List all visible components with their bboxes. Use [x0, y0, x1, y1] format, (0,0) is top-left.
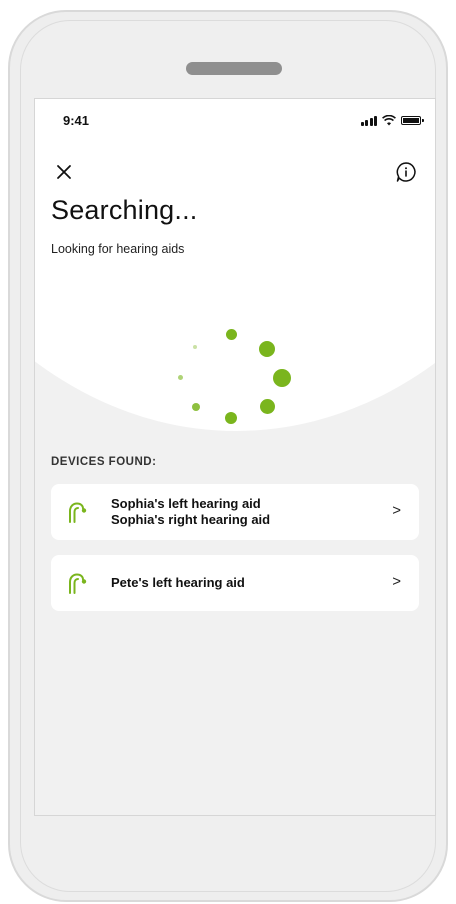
hearing-aid-icon — [69, 573, 87, 594]
device-name: Sophia's right hearing aid — [111, 512, 271, 527]
phone-speaker — [186, 62, 282, 75]
device-name: Pete's left hearing aid — [111, 575, 245, 590]
device-name: Sophia's left hearing aid — [111, 496, 261, 511]
spinner-dot — [226, 329, 237, 340]
spinner-dot — [273, 369, 291, 387]
chevron-right-icon: > — [392, 502, 401, 519]
spinner-dot — [192, 403, 200, 411]
hearing-aid-icon — [69, 502, 87, 523]
device-card-pete[interactable]: Pete's left hearing aid > — [51, 555, 419, 611]
spinner-dot — [178, 375, 183, 380]
device-names: Sophia's left hearing aid Sophia's right… — [111, 496, 270, 528]
chevron-right-icon: > — [392, 573, 401, 590]
device-names: Pete's left hearing aid — [111, 575, 245, 591]
devices-found-label: DEVICES FOUND: — [51, 456, 157, 468]
device-card-sophia[interactable]: Sophia's left hearing aid Sophia's right… — [51, 484, 419, 540]
spinner-dot — [259, 341, 275, 357]
spinner-dot — [225, 412, 237, 424]
spinner-dot — [193, 345, 197, 349]
loading-spinner — [35, 99, 435, 439]
spinner-dot — [260, 399, 275, 414]
app-screen: 9:41 Searching... Looking for hearing ai… — [34, 98, 436, 816]
